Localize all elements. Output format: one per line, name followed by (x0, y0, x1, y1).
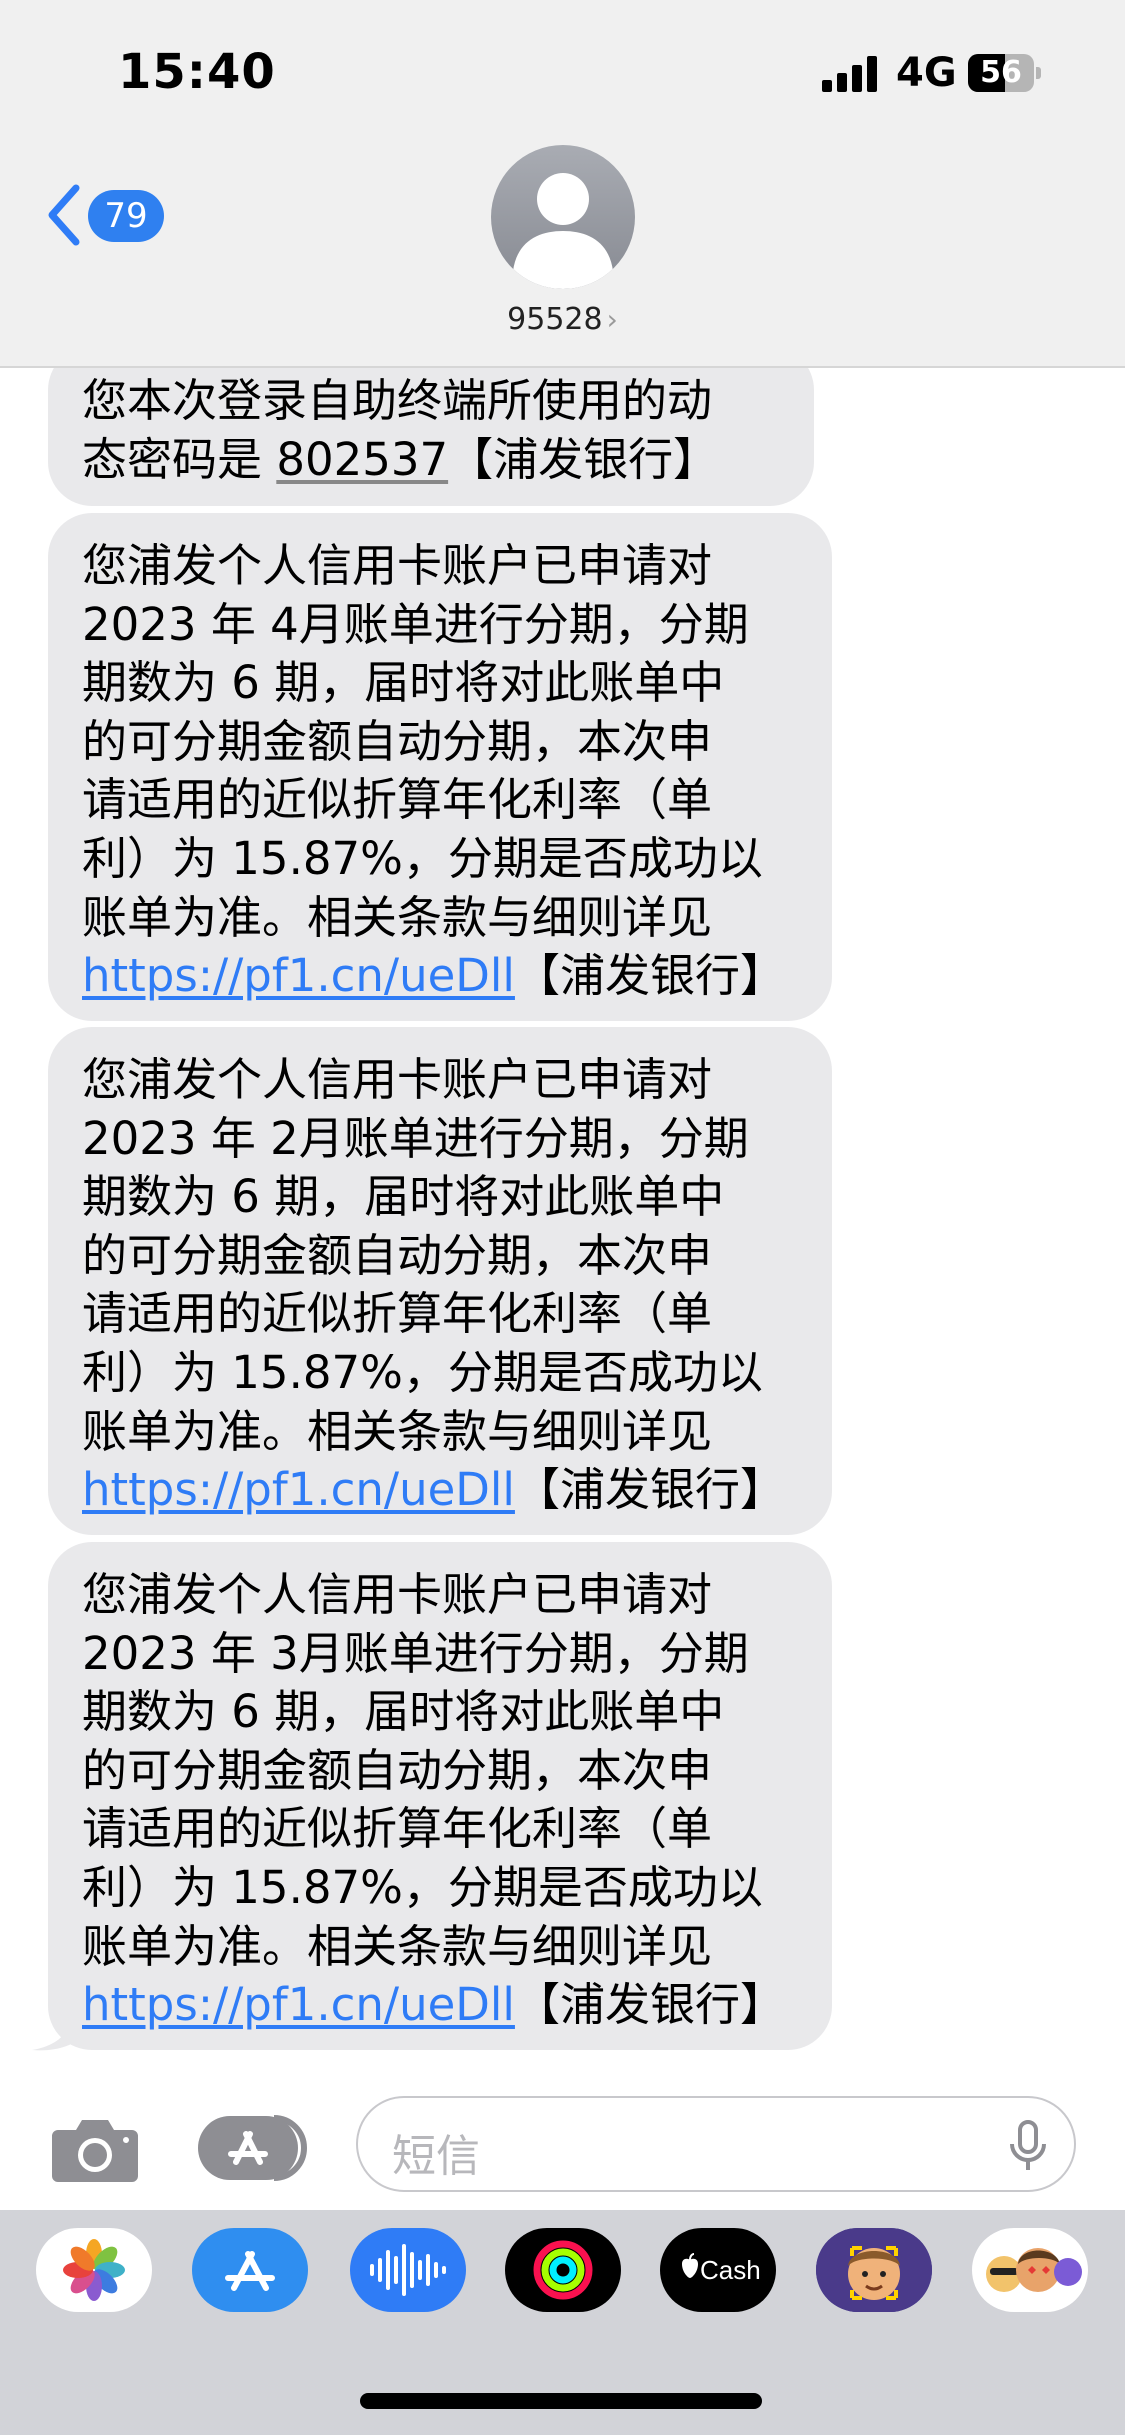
message-line: 利）为 15.87%，分期是否成功以 (82, 831, 763, 885)
message-line: 的可分期金额自动分期，本次申 (82, 714, 713, 768)
bank-signature: 【浦发银行】 (448, 432, 719, 486)
message-line: 利）为 15.87%，分期是否成功以 (82, 1345, 763, 1399)
status-time: 15:40 (118, 44, 276, 100)
message-url-link[interactable]: https://pf1.cn/ueDll (82, 1463, 515, 1516)
message-line: 2023 年 4月账单进行分期，分期 (82, 597, 749, 651)
bank-signature: 【浦发银行】 (514, 1463, 785, 1517)
message-line: 期数为 6 期，届时将对此账单中 (82, 1685, 725, 1739)
contact-number: 95528 (507, 302, 603, 337)
message-input-placeholder: 短信 (392, 2131, 480, 2182)
battery-icon: 56 (968, 54, 1042, 92)
audio-waveform-icon (370, 2244, 446, 2296)
message-line: 账单为准。相关条款与细则详见 (82, 1919, 713, 1973)
app-store-icon (198, 2115, 307, 2181)
message-line: 您本次登录自助终端所使用的动 (82, 374, 713, 427)
message-line: 您浦发个人信用卡账户已申请对 (82, 1568, 713, 1621)
person-icon (513, 173, 613, 289)
message-line: https://pf1.cn/ueDll【浦发银行】 (82, 1461, 798, 1520)
message-line: 期数为 6 期，届时将对此账单中 (82, 656, 725, 710)
chevron-right-icon: › (606, 303, 618, 336)
camera-icon (52, 2120, 138, 2182)
unread-count-badge: 79 (88, 190, 164, 242)
memoji-stickers-app-button[interactable] (972, 2228, 1088, 2312)
message-line: 请适用的近似折算年化利率（单 (82, 773, 713, 827)
memoji-icon (816, 2228, 932, 2312)
camera-button[interactable] (50, 2112, 140, 2184)
message-line: 请适用的近似折算年化利率（单 (82, 1287, 713, 1341)
microphone-icon[interactable] (1008, 2120, 1048, 2172)
message-line: 请适用的近似折算年化利率（单 (82, 1802, 713, 1856)
apple-cash-icon: Cash (682, 2253, 761, 2285)
message-bubble[interactable]: 您浦发个人信用卡账户已申请对 2023 年 3月账单进行分期，分期 期数为 6 … (48, 1542, 832, 2050)
bank-signature: 【浦发银行】 (514, 1978, 785, 2032)
battery-level: 56 (980, 55, 1022, 90)
message-bubble[interactable]: 您浦发个人信用卡账户已申请对 2023 年 4月账单进行分期，分期 期数为 6 … (48, 513, 832, 1021)
verification-code-link[interactable]: 802537 (276, 433, 448, 486)
apps-button[interactable] (198, 2112, 308, 2184)
message-line: 账单为准。相关条款与细则详见 (82, 1404, 713, 1458)
message-bubble[interactable]: 您本次登录自助终端所使用的动 态密码是 802537【浦发银行】 (48, 346, 814, 506)
message-line: 的可分期金额自动分期，本次申 (82, 1228, 713, 1282)
message-line: 态密码是 802537【浦发银行】 (82, 431, 780, 490)
app-store-app-button[interactable] (192, 2228, 308, 2312)
network-type: 4G (896, 50, 957, 96)
photos-icon (63, 2239, 125, 2301)
message-line: 期数为 6 期，届时将对此账单中 (82, 1170, 725, 1224)
message-line: 2023 年 3月账单进行分期，分期 (82, 1626, 749, 1680)
cellular-signal-icon (822, 56, 878, 92)
apple-cash-app-button[interactable]: Cash (660, 2228, 776, 2312)
bank-signature: 【浦发银行】 (514, 949, 785, 1003)
bubble-tail (32, 2016, 86, 2051)
fitness-app-button[interactable] (505, 2228, 621, 2312)
message-line: 您浦发个人信用卡账户已申请对 (82, 1053, 713, 1106)
message-line: https://pf1.cn/ueDll【浦发银行】 (82, 947, 798, 1006)
message-line: 账单为准。相关条款与细则详见 (82, 890, 713, 944)
audio-message-app-button[interactable] (350, 2228, 466, 2312)
message-line: https://pf1.cn/ueDll【浦发银行】 (82, 1976, 798, 2035)
home-indicator[interactable] (360, 2393, 762, 2409)
contact-name[interactable]: 95528 › (0, 302, 1125, 337)
message-line: 的可分期金额自动分期，本次申 (82, 1743, 713, 1797)
message-bubble[interactable]: 您浦发个人信用卡账户已申请对 2023 年 2月账单进行分期，分期 期数为 6 … (48, 1027, 832, 1535)
message-line: 利）为 15.87%，分期是否成功以 (82, 1860, 763, 1914)
message-text: 态密码是 (82, 432, 277, 486)
apple-cash-label: Cash (700, 2255, 761, 2285)
memoji-stickers-icon (986, 2248, 1082, 2292)
memoji-app-button[interactable] (816, 2228, 932, 2312)
message-line: 2023 年 2月账单进行分期，分期 (82, 1111, 749, 1165)
app-store-icon (225, 2251, 275, 2291)
conversation-header: 15:40 4G 56 79 95528 › (0, 0, 1125, 368)
activity-rings-icon (533, 2240, 593, 2300)
input-bar: 短信 (0, 2080, 1125, 2210)
photos-app-button[interactable] (36, 2228, 152, 2312)
message-url-link[interactable]: https://pf1.cn/ueDll (82, 949, 515, 1002)
message-url-link[interactable]: https://pf1.cn/ueDll (82, 1978, 515, 2031)
message-input[interactable]: 短信 (356, 2096, 1076, 2192)
back-button[interactable]: 79 (44, 180, 174, 250)
chevron-left-icon (48, 184, 80, 246)
contact-avatar[interactable] (491, 145, 635, 289)
message-line: 您浦发个人信用卡账户已申请对 (82, 539, 713, 592)
